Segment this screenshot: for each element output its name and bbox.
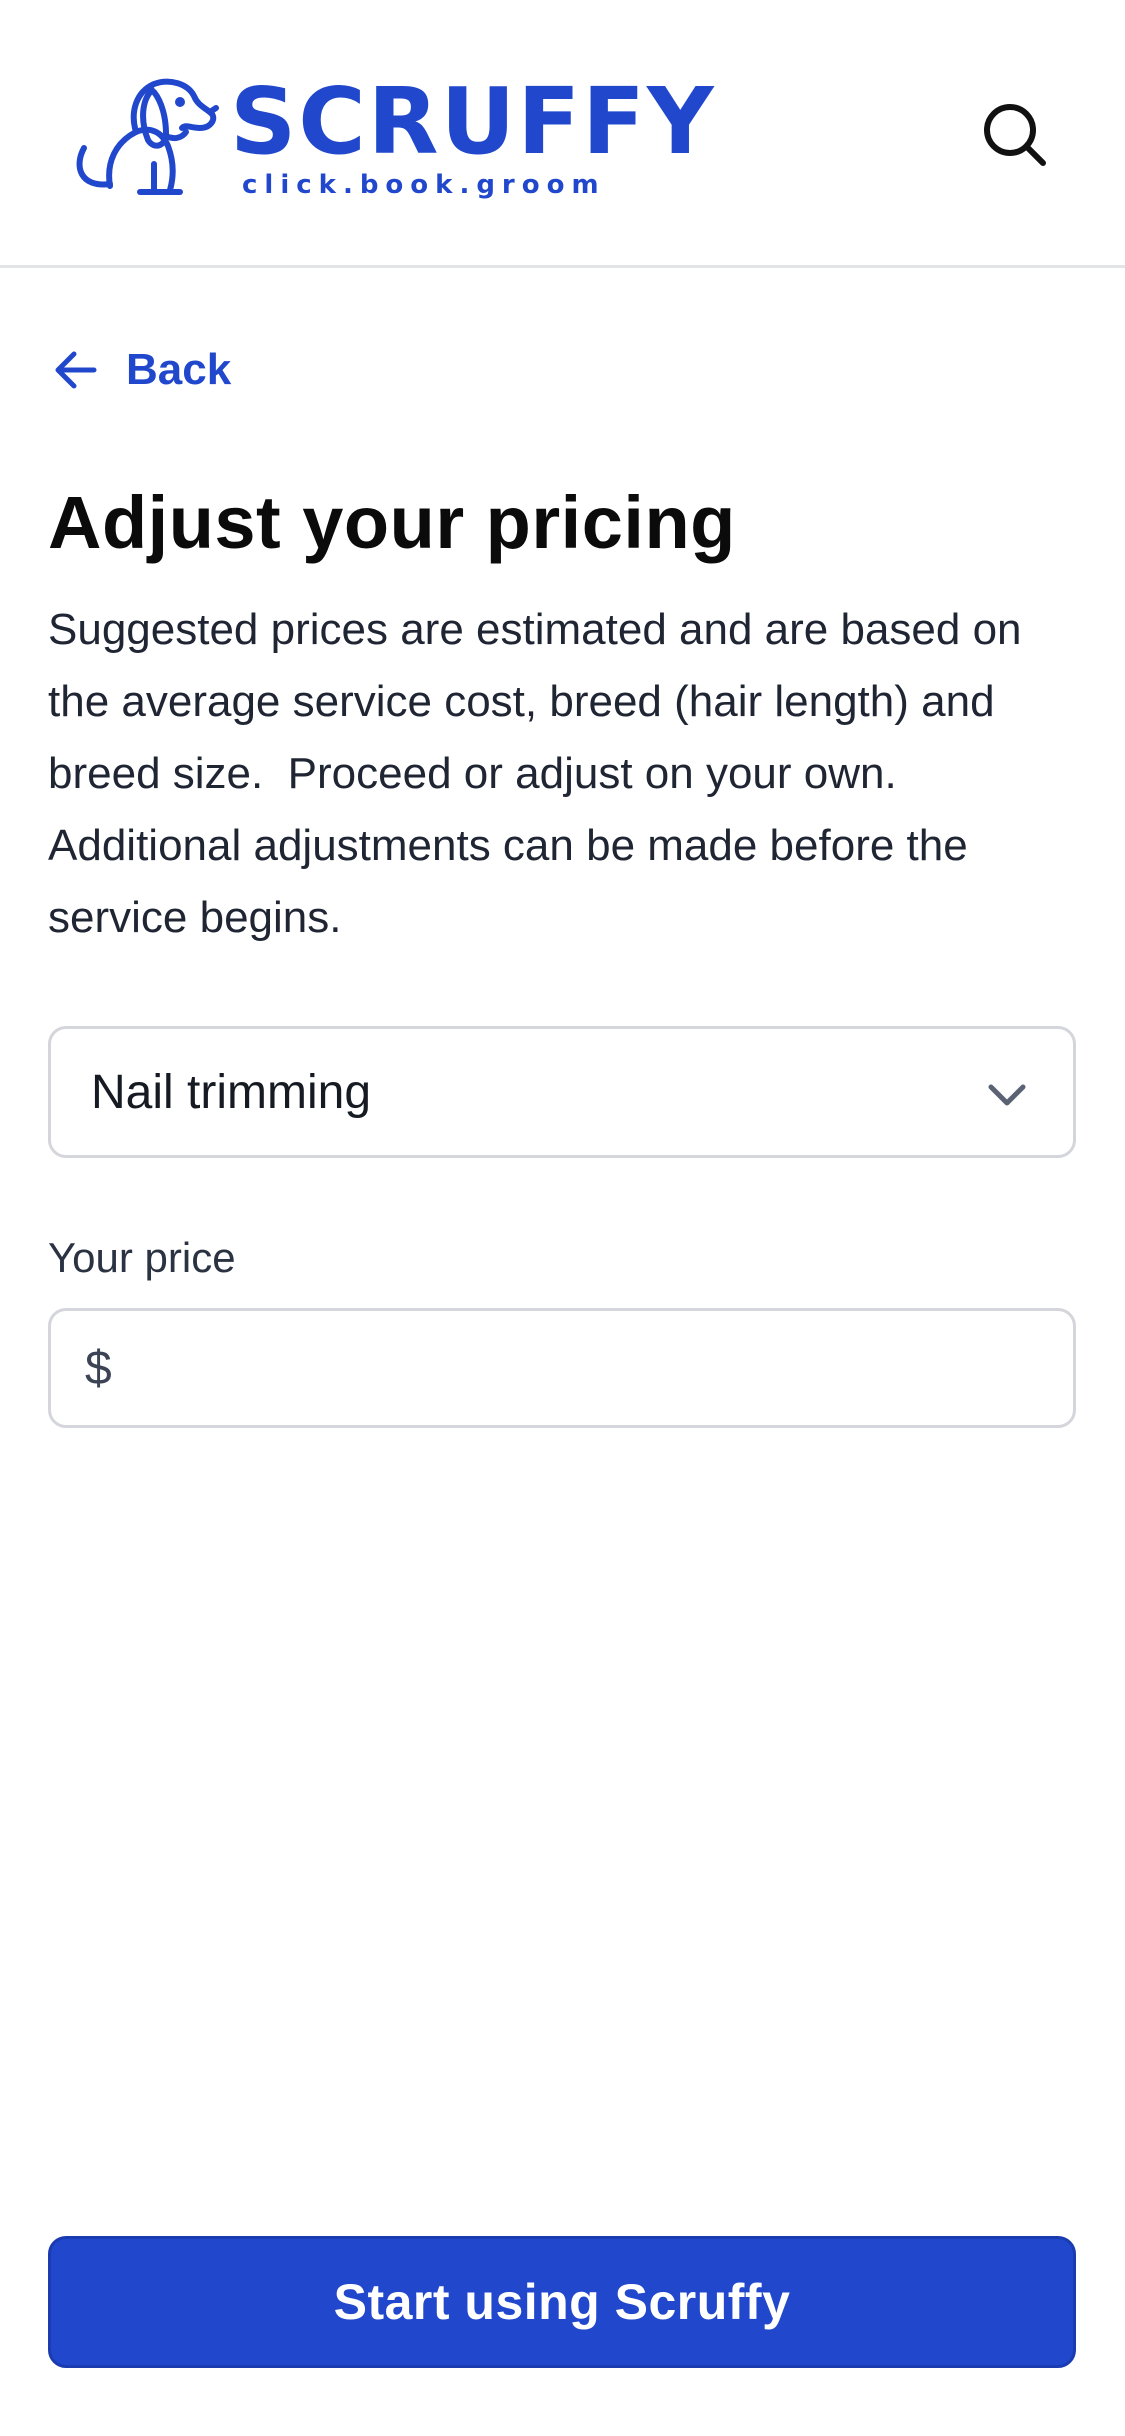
start-using-scruffy-button[interactable]: Start using Scruffy bbox=[48, 2236, 1076, 2368]
app-header: SCRUFFY click.book.groom bbox=[0, 0, 1125, 268]
page-title: Adjust your pricing bbox=[48, 481, 736, 564]
chevron-down-icon bbox=[988, 1084, 1026, 1106]
price-input[interactable] bbox=[125, 1328, 1026, 1408]
search-icon bbox=[984, 104, 1046, 166]
back-label: Back bbox=[126, 345, 232, 394]
logo-wordmark: SCRUFFY bbox=[230, 68, 716, 175]
search-button[interactable] bbox=[980, 100, 1050, 170]
currency-symbol: $ bbox=[85, 1341, 112, 1395]
adjust-pricing-screen: SCRUFFY click.book.groom Back Adjust you… bbox=[0, 0, 1125, 2436]
arrow-left-icon bbox=[55, 351, 97, 389]
back-button[interactable]: Back bbox=[52, 340, 231, 400]
service-select[interactable]: Nail trimming bbox=[48, 1026, 1076, 1158]
price-field[interactable]: $ bbox=[48, 1308, 1076, 1428]
logo-tagline: click.book.groom bbox=[242, 170, 606, 200]
price-label: Your price bbox=[48, 1234, 236, 1281]
start-button-label: Start using Scruffy bbox=[333, 2274, 791, 2330]
pricing-description: Suggested prices are estimated and are b… bbox=[48, 605, 1034, 942]
service-select-value: Nail trimming bbox=[91, 1065, 372, 1119]
dog-mascot-icon bbox=[76, 78, 219, 195]
scruffy-logo[interactable]: SCRUFFY click.book.groom bbox=[70, 66, 714, 206]
